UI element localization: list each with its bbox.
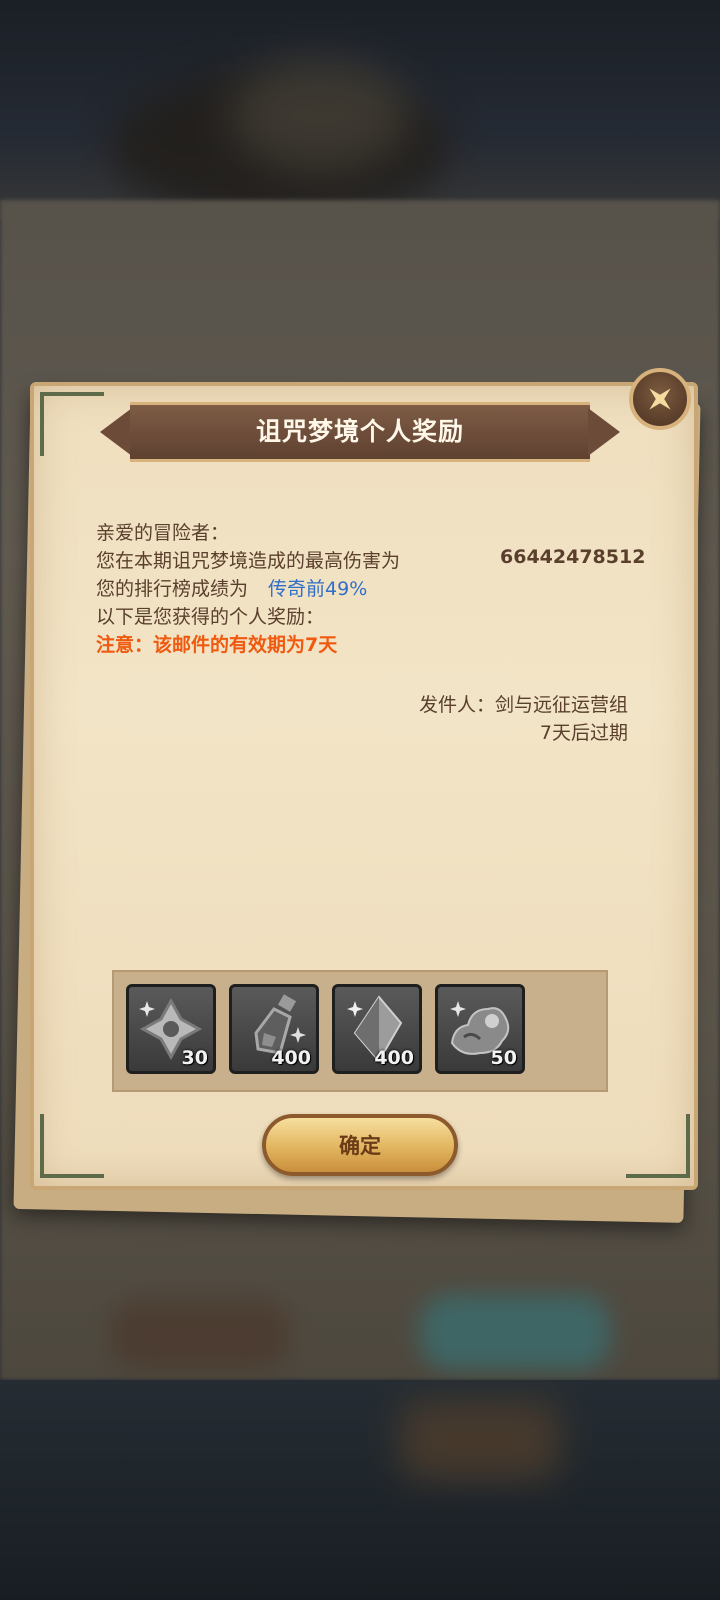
damage-value: 66442478512 — [500, 546, 646, 568]
rank-tier: 传奇前 — [268, 578, 326, 600]
corner-ornament — [40, 1114, 104, 1178]
reward-item[interactable]: 50 — [435, 984, 525, 1074]
corner-ornament — [40, 392, 104, 456]
dialog-title: 诅咒梦境个人奖励 — [255, 417, 464, 446]
reward-item[interactable]: 30 — [126, 984, 216, 1074]
rank-percent: 49% — [325, 578, 368, 600]
corner-ornament — [626, 1114, 690, 1178]
greeting-text: 亲爱的冒险者： — [96, 522, 230, 544]
sender-text: 发件人：剑与远征运营组 — [418, 694, 628, 716]
confirm-label: 确定 — [339, 1134, 381, 1158]
expiry-notice: 注意：该邮件的有效期为7天 — [96, 634, 338, 656]
reward-quantity: 30 — [181, 1047, 208, 1069]
reward-quantity: 50 — [490, 1047, 517, 1069]
reward-quantity: 400 — [374, 1047, 414, 1069]
expire-text: 7天后过期 — [539, 722, 628, 744]
confirm-button[interactable]: 确定 — [262, 1114, 458, 1176]
damage-label: 您在本期诅咒梦境造成的最高伤害为 — [96, 550, 401, 572]
title-banner: 诅咒梦境个人奖励 — [100, 402, 620, 462]
close-button[interactable] — [629, 368, 691, 430]
reward-item[interactable]: 400 — [332, 984, 422, 1074]
reward-quantity: 400 — [271, 1047, 311, 1069]
reward-intro: 以下是您获得的个人奖励： — [96, 606, 325, 628]
rank-line: 您的排行榜成绩为 传奇前49% — [96, 574, 367, 601]
reward-item[interactable]: 400 — [229, 984, 319, 1074]
rank-label: 您的排行榜成绩为 — [96, 578, 249, 600]
close-icon — [649, 388, 671, 410]
